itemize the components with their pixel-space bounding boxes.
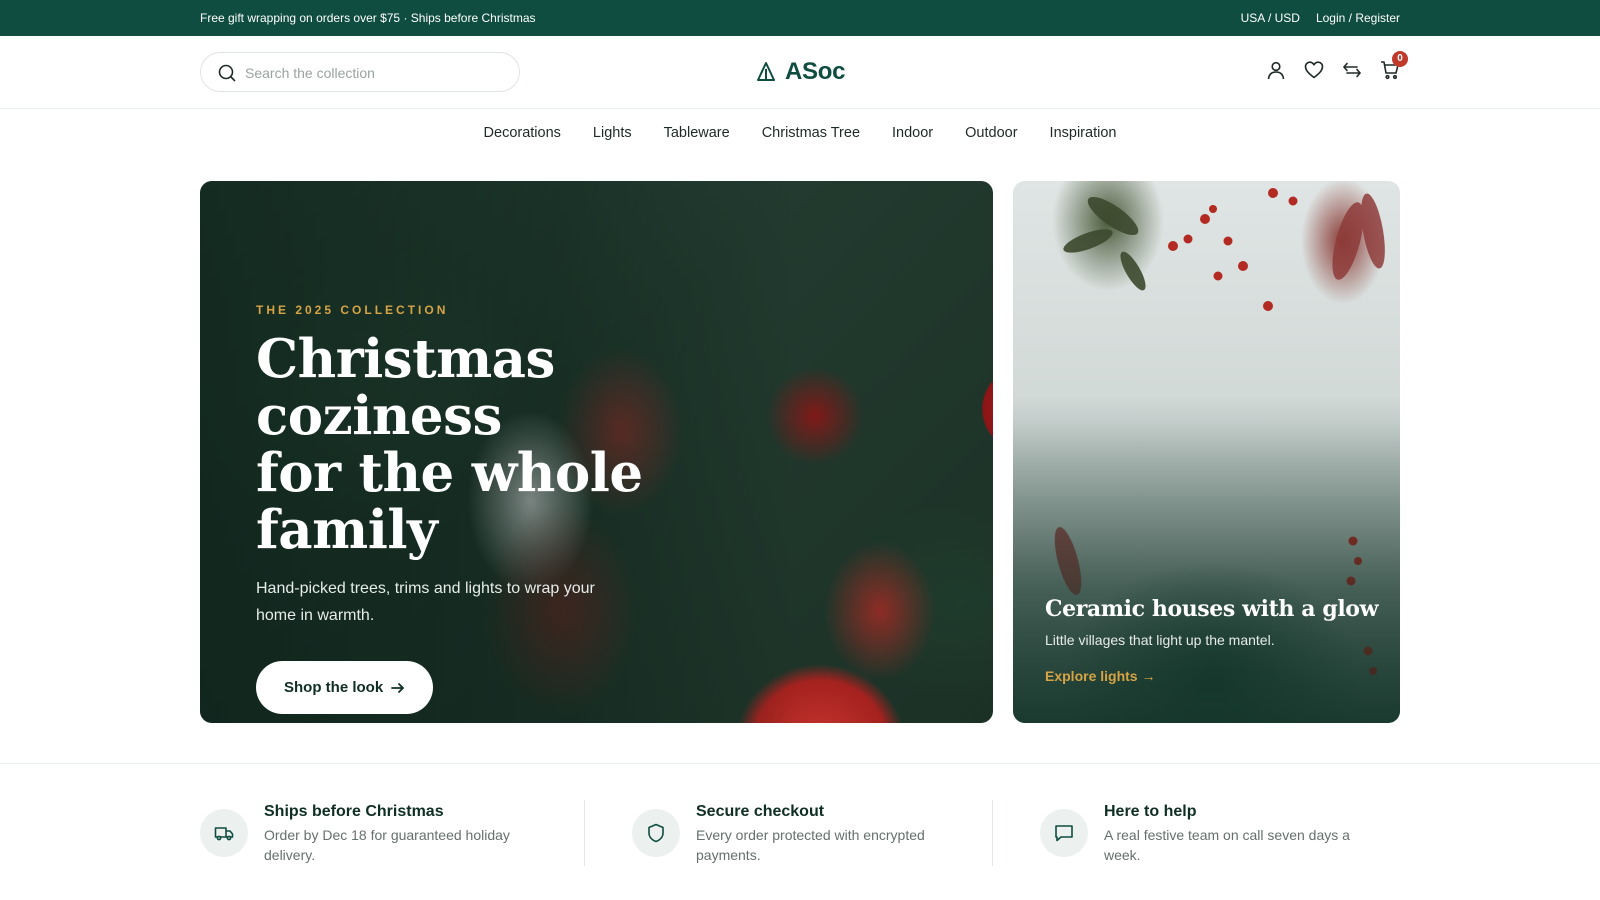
tree-logo-icon: [757, 62, 775, 81]
hero-title-line-2: for the whole family: [256, 442, 643, 561]
truck-icon: [214, 827, 234, 841]
feature-description: Order by Dec 18 for guaranteed holiday d…: [264, 827, 510, 863]
shop-the-look-button[interactable]: Shop the look: [256, 661, 434, 714]
wishlist-button[interactable]: [1304, 60, 1324, 80]
feature-icon-circle: [1040, 809, 1088, 857]
feature-shipping: Ships before Christmas Order by Dec 18 f…: [200, 800, 584, 870]
nav-item-christmas-tree[interactable]: Christmas Tree: [762, 125, 860, 141]
side-card-content: Ceramic houses with a glow Little villag…: [1045, 596, 1379, 686]
hero-subtitle: Hand-picked trees, trims and lights to w…: [256, 580, 595, 624]
shop-the-look-label: Shop the look: [284, 679, 384, 696]
feature-icon-circle: [632, 809, 680, 857]
feature-text: Secure checkout Every order protected wi…: [696, 800, 946, 870]
nav-item-lights[interactable]: Lights: [593, 125, 632, 141]
chat-icon: [1055, 825, 1073, 842]
account-button[interactable]: [1266, 60, 1286, 80]
region-selector[interactable]: USA / USD: [1241, 11, 1300, 25]
feature-description: Every order protected with encrypted pay…: [696, 827, 925, 863]
header-actions: 0: [1266, 51, 1408, 80]
hero-banner: THE 2025 COLLECTION Christmas coziness f…: [200, 181, 993, 723]
arrow-right-icon: →: [1141, 668, 1156, 684]
section-divider: [0, 763, 1600, 764]
side-card-title: Ceramic houses with a glow: [1045, 596, 1379, 622]
main-nav: Decorations Lights Tableware Christmas T…: [0, 110, 1600, 156]
feature-title: Secure checkout: [696, 803, 825, 820]
announcement-bar: Free gift wrapping on orders over $75 · …: [0, 0, 1600, 36]
cart-count-badge: 0: [1392, 51, 1408, 67]
hero-eyebrow: THE 2025 COLLECTION: [256, 303, 449, 317]
nav-item-outdoor[interactable]: Outdoor: [965, 125, 1017, 141]
nav-item-inspiration[interactable]: Inspiration: [1050, 125, 1117, 141]
feature-description: A real festive team on call seven days a…: [1104, 827, 1350, 863]
feature-support: Here to help A real festive team on call…: [992, 800, 1400, 870]
compare-icon: [1342, 62, 1362, 78]
feature-text: Ships before Christmas Order by Dec 18 f…: [264, 800, 514, 870]
nav-item-indoor[interactable]: Indoor: [892, 125, 933, 141]
feature-icon-circle: [200, 809, 248, 857]
site-header: ASoc 0: [0, 36, 1600, 109]
nav-item-decorations[interactable]: Decorations: [484, 125, 561, 141]
feature-strip: Ships before Christmas Order by Dec 18 f…: [200, 800, 1400, 870]
compare-button[interactable]: [1342, 60, 1362, 80]
feature-text: Here to help A real festive team on call…: [1104, 800, 1354, 870]
site-logo[interactable]: ASoc: [755, 56, 845, 88]
hero-title-line-1: Christmas coziness: [256, 328, 555, 447]
login-register-link[interactable]: Login / Register: [1316, 11, 1400, 25]
explore-lights-label: Explore lights: [1045, 668, 1138, 684]
ceramic-houses-card[interactable]: Ceramic houses with a glow Little villag…: [1013, 181, 1400, 723]
search-box[interactable]: [200, 52, 520, 92]
hero-content: THE 2025 COLLECTION Christmas coziness f…: [256, 303, 816, 714]
search-icon: [218, 64, 236, 82]
nav-item-tableware[interactable]: Tableware: [664, 125, 730, 141]
hero-title: Christmas coziness for the whole family: [256, 331, 816, 559]
explore-lights-link[interactable]: Explore lights →: [1045, 668, 1155, 684]
user-icon: [1267, 61, 1285, 80]
topbar-links: USA / USD Login / Register: [1241, 11, 1400, 25]
side-card-subtitle: Little villages that light up the mantel…: [1045, 632, 1275, 648]
logo-text: ASoc: [785, 58, 846, 85]
promo-text: Free gift wrapping on orders over $75 · …: [200, 11, 536, 25]
feature-secure-checkout: Secure checkout Every order protected wi…: [584, 800, 992, 870]
heart-icon: [1304, 61, 1324, 79]
search-input[interactable]: [245, 62, 505, 84]
arrow-right-icon: [391, 682, 405, 693]
shield-icon: [648, 823, 664, 843]
cart-button[interactable]: 0: [1380, 51, 1408, 80]
feature-title: Ships before Christmas: [264, 803, 444, 820]
feature-title: Here to help: [1104, 803, 1197, 820]
